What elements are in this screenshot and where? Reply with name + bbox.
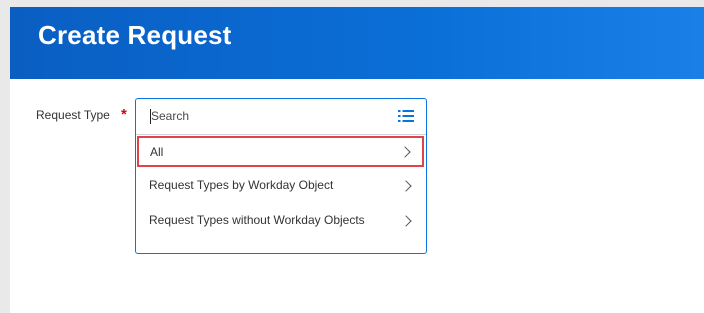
- page-title: Create Request: [38, 20, 232, 50]
- option-label: Request Types by Workday Object: [149, 178, 334, 192]
- chevron-right-icon: [399, 146, 411, 158]
- page-header: Create Request: [10, 7, 704, 79]
- chevron-right-icon: [400, 215, 412, 227]
- required-marker: *: [121, 106, 127, 123]
- window-frame-left: [0, 0, 10, 313]
- search-input[interactable]: [150, 107, 381, 125]
- request-type-prompt[interactable]: All Request Types by Workday Object Requ…: [135, 98, 427, 254]
- option-all[interactable]: All: [137, 136, 424, 167]
- option-request-types-without-workday-objects[interactable]: Request Types without Workday Objects: [136, 203, 426, 249]
- text-cursor: [150, 109, 151, 124]
- list-icon[interactable]: [398, 109, 414, 123]
- chevron-right-icon: [400, 180, 412, 192]
- option-request-types-by-workday-object[interactable]: Request Types by Workday Object: [136, 171, 426, 199]
- option-label: Request Types without Workday Objects: [149, 213, 365, 227]
- window-frame-top: [0, 0, 704, 7]
- request-type-label: Request Type: [36, 108, 110, 122]
- option-label: All: [150, 145, 164, 159]
- search-row: [136, 99, 426, 135]
